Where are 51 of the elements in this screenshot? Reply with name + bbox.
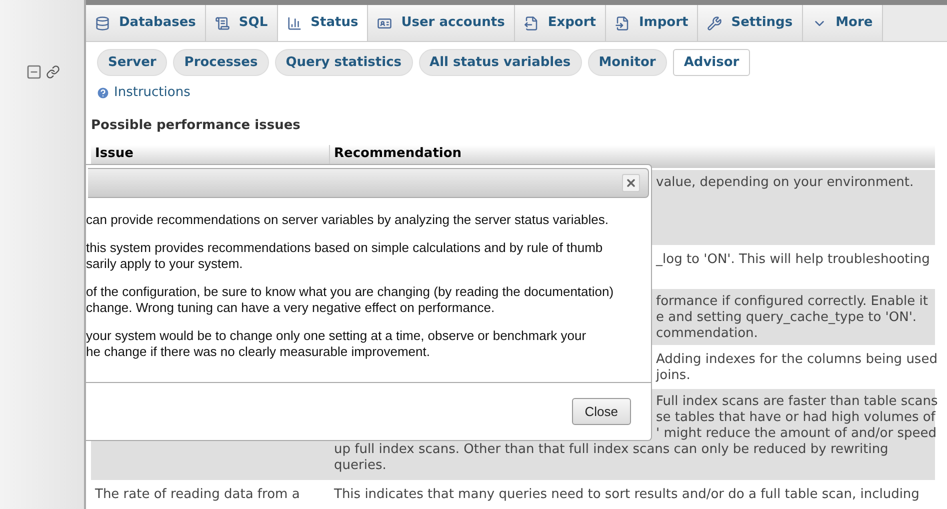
- id-card-icon: [377, 16, 392, 30]
- recommendation-text: _log to 'ON'. This will help troubleshooting: [656, 252, 930, 268]
- recommendation-text: e and setting query_cache_type to 'ON'.: [656, 310, 917, 326]
- scroll-icon: [214, 16, 230, 30]
- tab[interactable]: Status: [278, 5, 368, 41]
- tab[interactable]: More: [802, 5, 883, 41]
- tab[interactable]: User accounts: [368, 5, 515, 41]
- dialog-text: your system would be to change only one setting at a time, observe or benchmark your: [86, 328, 586, 344]
- dialog-text: he change if there was no clearly measurable improvement.: [86, 344, 430, 360]
- bar-chart-icon: [286, 16, 302, 30]
- link-icon[interactable]: [46, 65, 60, 79]
- subtab[interactable]: Processes: [173, 49, 269, 76]
- subtab[interactable]: Advisor: [672, 49, 750, 76]
- column-header: Issue: [95, 146, 134, 161]
- subtab[interactable]: Query statistics: [274, 49, 413, 76]
- section-title: Possible performance issues: [91, 116, 300, 134]
- instructions-link[interactable]: Instructions: [114, 83, 190, 102]
- recommendation-text: This indicates that many queries need to sort results and/or do a full table scan, including: [334, 487, 920, 503]
- recommendation-text: formance if configured correctly. Enable it: [656, 294, 928, 310]
- tab[interactable]: Export: [514, 5, 606, 41]
- column-header: Recommendation: [334, 146, 462, 161]
- dialog-text: can provide recommendations on server variables by analyzing the server status variables.: [86, 212, 608, 228]
- recommendation-text: up full index scans. Other than that full index scans can only be reduced by rewriting: [334, 442, 888, 458]
- wrench-icon: [707, 16, 722, 30]
- dialog-text: of the configuration, be sure to know what you are changing (by reading the documentation): [86, 284, 614, 300]
- document-arrow-icon: [524, 16, 539, 30]
- help-icon: [96, 86, 110, 100]
- tab[interactable]: SQL: [206, 5, 278, 41]
- recommendation-text: se tables that have or had high volumes of: [656, 410, 936, 426]
- recommendation-text: ' might reduce the amount of and/or speed: [656, 426, 936, 442]
- dialog-text: change. Wrong tuning can have a very negative effect on performance.: [86, 300, 495, 316]
- recommendation-text: Full index scans are faster than table scans: [656, 394, 938, 410]
- document-arrow-icon: [614, 16, 630, 30]
- recommendation-text: Adding indexes for the columns being used: [656, 352, 938, 368]
- collapse-icon[interactable]: [26, 64, 42, 80]
- tab[interactable]: Databases: [86, 5, 206, 41]
- tab[interactable]: Import: [606, 5, 698, 41]
- subtab[interactable]: All status variables: [418, 49, 582, 76]
- issue-text: The rate of reading data from a: [95, 487, 300, 503]
- tab[interactable]: Settings: [698, 5, 803, 41]
- dialog-text: this system provides recommendations based on simple calculations and by rule of thumb: [86, 240, 603, 256]
- close-button[interactable]: Close: [572, 398, 631, 425]
- dialog-text: sarily apply to your system.: [86, 256, 243, 272]
- close-icon[interactable]: [622, 174, 640, 192]
- subtab[interactable]: Server: [97, 49, 168, 76]
- recommendation-text: queries.: [334, 458, 386, 474]
- recommendation-text: joins.: [656, 368, 690, 384]
- database-icon: [95, 16, 110, 30]
- subtab[interactable]: Monitor: [588, 49, 667, 76]
- recommendation-text: commendation.: [656, 326, 758, 342]
- recommendation-text: value, depending on your environment.: [656, 175, 914, 191]
